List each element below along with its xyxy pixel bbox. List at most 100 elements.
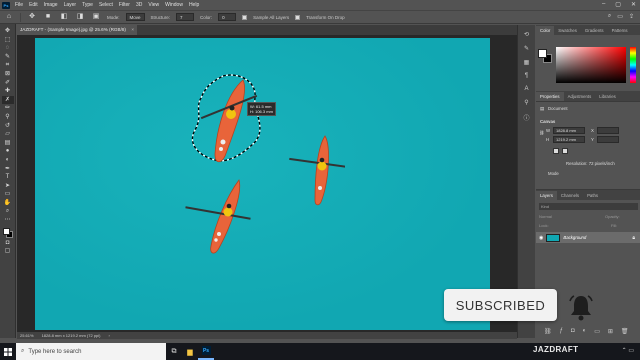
hue-slider[interactable] [630,47,636,83]
lock-icon[interactable]: 🔒︎ [632,235,635,241]
mode-select[interactable]: Move [125,13,145,21]
layer-row[interactable]: ◉ Background 🔒︎ [536,232,640,243]
more-tools-icon[interactable]: ⋯ [2,216,14,225]
tab-color[interactable]: Color [536,26,555,35]
tab-swatches[interactable]: Swatches [554,26,581,35]
task-view-icon[interactable]: ⧉ [166,343,182,360]
tab-channels[interactable]: Channels [557,191,583,200]
add-mask-icon[interactable]: ◘ [571,328,575,335]
search-icon[interactable]: ⌕ [608,13,611,20]
content-aware-move-icon[interactable]: ✥ [27,13,37,21]
paragraph-icon[interactable]: ¶ [525,73,528,79]
move-tool-icon[interactable]: ✥ [2,27,14,36]
crop-tool-icon[interactable]: ⌗ [2,61,14,70]
layer-name[interactable]: Background [563,235,586,240]
orientation-portrait-icon[interactable] [553,148,559,154]
color-input[interactable]: 0 [218,13,237,21]
adjustment-layer-icon[interactable]: ◐ [583,328,587,335]
layer-filter[interactable]: Kind [539,203,638,210]
share-icon[interactable]: ⇪ [629,13,634,20]
eraser-tool-icon[interactable]: ▱ [2,130,14,139]
x-input[interactable] [597,127,619,134]
file-explorer-icon[interactable]: ▆ [182,343,198,360]
brush-settings-icon[interactable]: ✎ [524,45,529,52]
tab-adjustments[interactable]: Adjustments [564,92,596,101]
system-tray[interactable]: ⌃ ▭ [622,347,634,354]
sample-all-layers-checkbox[interactable] [242,14,248,20]
close-tab-icon[interactable]: × [131,25,134,35]
selection-add-icon[interactable]: ◧ [59,13,69,21]
chevron-right-icon[interactable]: › [109,333,110,338]
orientation-landscape-icon[interactable] [562,148,568,154]
y-input[interactable] [597,136,619,143]
path-selection-tool-icon[interactable]: ➤ [2,182,14,191]
frame-tool-icon[interactable]: ⊠ [2,70,14,79]
spot-healing-tool-icon[interactable]: ✚ [2,87,14,96]
selection-subtract-icon[interactable]: ◨ [75,13,85,21]
photoshop-taskbar-icon[interactable]: Ps [198,343,214,360]
character-icon[interactable]: A [524,86,528,92]
history-icon[interactable]: ⟲ [524,31,529,38]
quick-select-tool-icon[interactable]: ✎ [2,53,14,62]
history-brush-tool-icon[interactable]: ↺ [2,122,14,131]
rectangle-tool-icon[interactable]: ▭ [2,190,14,199]
lasso-tool-icon[interactable]: ◌ [2,44,14,53]
tab-gradients[interactable]: Gradients [581,26,608,35]
blend-mode-select[interactable]: Normal [539,214,552,219]
quick-mask-icon[interactable]: ◘ [2,239,14,248]
structure-input[interactable]: 7 [176,13,195,21]
document-tab[interactable]: JAZDRAFT - (Sample Image).jpg @ 25.6% (R… [17,25,137,35]
transform-on-drop-checkbox[interactable] [295,14,301,20]
canvas-area[interactable]: W: 61.5 mm H: 106.3 mm [17,35,517,332]
menu-view[interactable]: View [148,2,159,8]
menu-image[interactable]: Image [44,2,58,8]
learn-icon[interactable]: ▦ [524,59,530,66]
menu-type[interactable]: Type [82,2,93,8]
new-group-icon[interactable]: ▭ [594,328,600,335]
eyedropper-tool-icon[interactable]: ✐ [2,79,14,88]
clone-source-icon[interactable]: ⚲ [524,99,528,106]
blur-tool-icon[interactable]: ● [2,147,14,156]
zoom-tool-icon[interactable]: ⌕ [2,207,14,216]
height-input[interactable]: 1219.2 mm [553,136,585,143]
delete-layer-icon[interactable]: 🗑︎ [621,328,629,335]
tab-layers[interactable]: Layers [536,191,557,200]
image-canvas[interactable]: W: 61.5 mm H: 106.3 mm [35,38,490,330]
close-icon[interactable]: ✕ [631,1,636,8]
home-icon[interactable]: ⌂ [4,13,14,21]
pen-tool-icon[interactable]: ✒ [2,165,14,174]
menu-help[interactable]: Help [189,2,199,8]
tab-properties[interactable]: Properties [536,92,564,101]
screen-mode-icon[interactable]: ▢ [2,247,14,256]
notification-bell-icon[interactable] [566,292,596,322]
dodge-tool-icon[interactable]: ◐ [2,156,14,165]
maximize-icon[interactable]: ▢ [615,1,621,8]
foreground-color-swatch[interactable] [538,49,547,58]
content-aware-move-tool-icon[interactable]: ✗ [1,95,14,105]
width-input[interactable]: 1828.8 mm [553,127,585,134]
minimize-icon[interactable]: – [602,1,605,8]
taskbar-search[interactable]: ⌕ Type here to search [16,343,166,360]
info-icon[interactable]: ⓘ [523,113,529,122]
link-icon[interactable]: ⛓ [539,130,544,136]
fx-icon[interactable]: ƒ [560,328,563,335]
subscribed-button[interactable]: SUBSCRIBED [444,289,557,321]
type-tool-icon[interactable]: T [2,173,14,182]
tab-libraries[interactable]: Libraries [595,92,619,101]
visibility-eye-icon[interactable]: ◉ [539,235,543,241]
menu-edit[interactable]: Edit [29,2,38,8]
clone-stamp-tool-icon[interactable]: ⚲ [2,113,14,122]
menu-filter[interactable]: Filter [119,2,130,8]
menu-window[interactable]: Window [165,2,183,8]
link-layers-icon[interactable]: ⛓ [544,328,552,335]
photoshop-logo-icon[interactable]: Ps [2,1,10,9]
tab-paths[interactable]: Paths [583,191,602,200]
menu-file[interactable]: File [15,2,23,8]
foreground-color-swatch[interactable] [2,227,10,235]
color-swatches[interactable] [2,227,14,239]
hand-tool-icon[interactable]: ✋ [2,199,14,208]
windows-start-icon[interactable] [0,343,16,360]
selection-intersect-icon[interactable]: ▣ [91,13,101,21]
color-panel-swatches[interactable] [538,49,552,63]
selection-new-icon[interactable]: ■ [43,13,53,21]
